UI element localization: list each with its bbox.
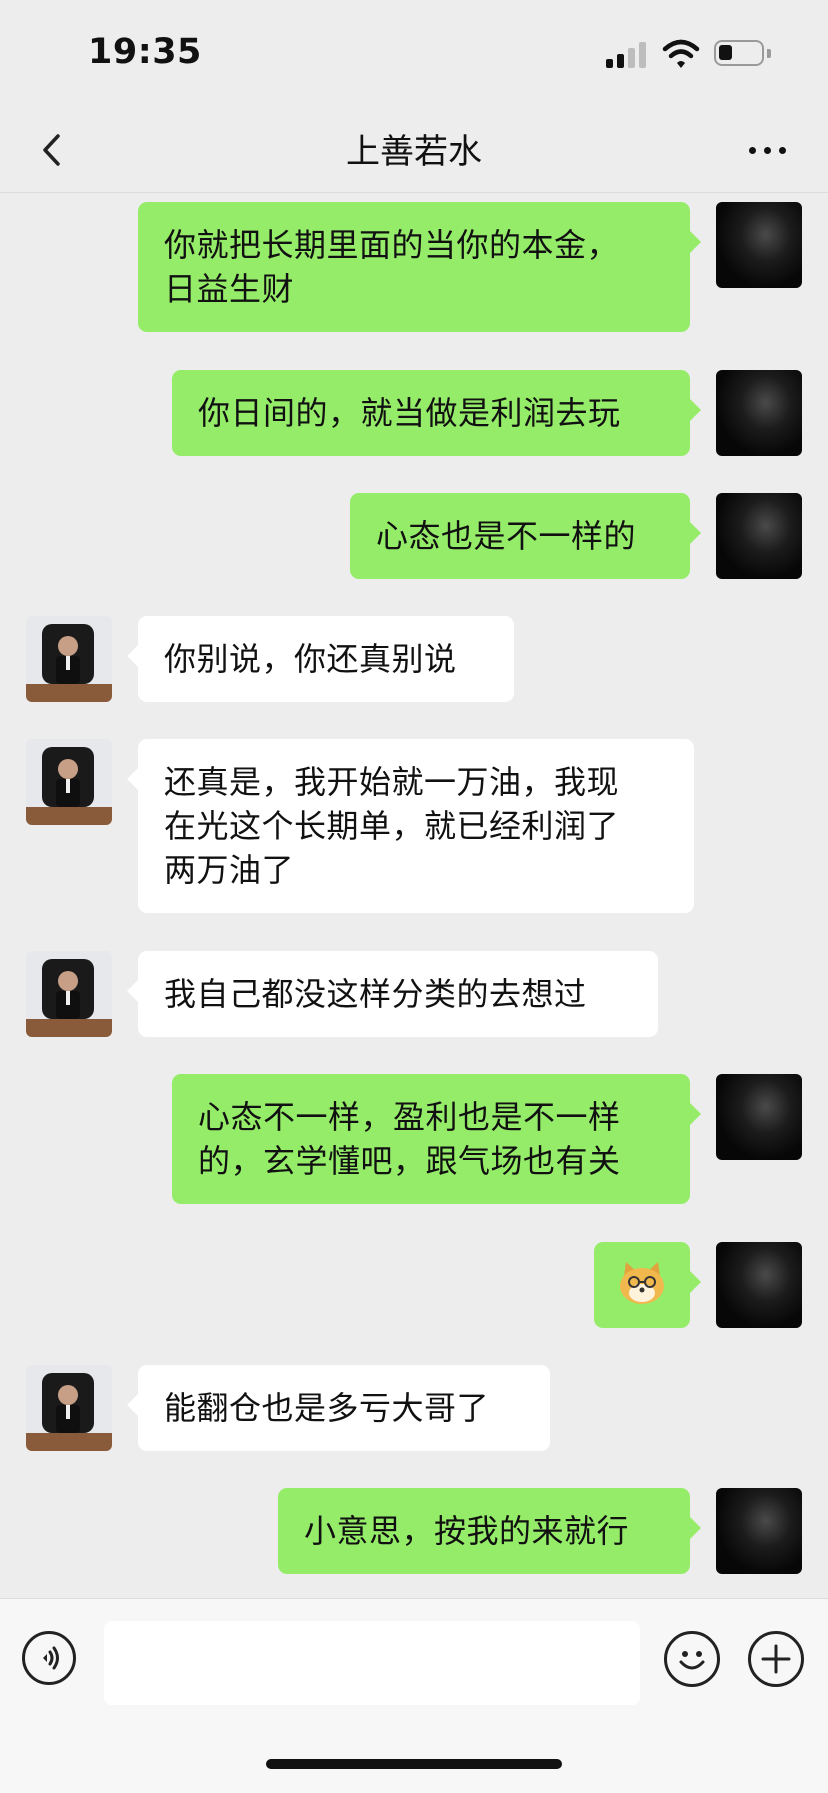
message-bubble[interactable]: 小意思，按我的来就行 <box>278 1488 701 1574</box>
my-avatar[interactable] <box>716 1242 802 1328</box>
message-bubble[interactable]: 心态也是不一样的 <box>350 493 701 579</box>
input-toolbar <box>0 1598 828 1793</box>
status-time: 19:35 <box>88 32 202 72</box>
person-in-chair-icon <box>26 616 112 702</box>
chat-header: 上善若水 <box>0 110 828 193</box>
my-avatar[interactable] <box>716 202 802 288</box>
contact-avatar[interactable] <box>26 951 112 1037</box>
sticker-bubble[interactable] <box>594 1242 701 1328</box>
person-in-chair-icon <box>26 951 112 1037</box>
message-bubble[interactable]: 你别说，你还真别说 <box>127 616 514 702</box>
cellular-signal-icon <box>606 42 648 68</box>
home-indicator[interactable] <box>266 1759 562 1769</box>
voice-waves-icon <box>43 1646 59 1670</box>
battery-icon <box>714 40 764 66</box>
my-avatar[interactable] <box>716 370 802 456</box>
message-bubble[interactable]: 心态不一样，盈利也是不一样 的，玄学懂吧，跟气场也有关 <box>172 1074 701 1204</box>
plus-cross-icon <box>761 1644 791 1674</box>
message-bubble[interactable]: 我自己都没这样分类的去想过 <box>127 951 658 1037</box>
my-avatar[interactable] <box>716 493 802 579</box>
my-avatar[interactable] <box>716 1074 802 1160</box>
person-in-chair-icon <box>26 739 112 825</box>
more-dots-icon[interactable] <box>745 132 791 168</box>
my-avatar[interactable] <box>716 1488 802 1574</box>
voice-icon[interactable] <box>22 1631 76 1685</box>
chat-title: 上善若水 <box>346 132 482 172</box>
contact-avatar[interactable] <box>26 739 112 825</box>
message-bubble[interactable]: 你就把长期里面的当你的本金， 日益生财 <box>138 202 701 332</box>
message-list[interactable]: 你就把长期里面的当你的本金， 日益生财 你日间的，就当做是利润去玩 心态也是不一… <box>0 192 828 1598</box>
message-bubble[interactable]: 能翻仓也是多亏大哥了 <box>127 1365 550 1451</box>
plus-icon[interactable] <box>748 1631 804 1687</box>
wifi-icon <box>662 39 700 68</box>
battery-cap <box>767 49 771 58</box>
doge-emoji-icon <box>620 1262 664 1304</box>
smile-face-icon <box>679 1651 705 1670</box>
smile-icon[interactable] <box>664 1631 720 1687</box>
contact-avatar[interactable] <box>26 1365 112 1451</box>
message-bubble[interactable]: 还真是，我开始就一万油，我现 在光这个长期单，就已经利润了 两万油了 <box>127 739 694 913</box>
message-input[interactable] <box>104 1621 640 1705</box>
message-bubble[interactable]: 你日间的，就当做是利润去玩 <box>172 370 701 456</box>
status-bar: 19:35 <box>0 0 828 110</box>
contact-avatar[interactable] <box>26 616 112 702</box>
person-in-chair-icon <box>26 1365 112 1451</box>
